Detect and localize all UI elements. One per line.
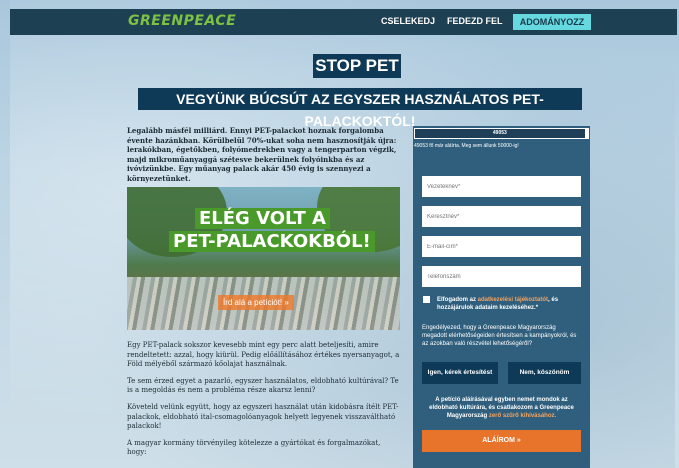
page-background: GREENPEACE CSELEKEDJ FEDEZD FEL ADOMÁNYO… [0, 0, 679, 468]
donate-button[interactable]: ADOMÁNYOZZ [513, 14, 591, 30]
challenge-link[interactable]: zerő szűrő kihívásához. [489, 413, 556, 419]
notify-no-button[interactable]: Nem, köszönöm [508, 362, 581, 384]
consent-checkbox[interactable] [423, 296, 430, 303]
top-navigation: GREENPEACE CSELEKEDJ FEDEZD FEL ADOMÁNYO… [10, 9, 677, 35]
privacy-policy-link[interactable]: adatkezelési tájékoztatót [478, 297, 548, 303]
article-paragraph: Te sem érzed egyet a pazarló, egyszer ha… [127, 376, 399, 395]
consent-text: Elfogadom az [437, 297, 478, 303]
article-paragraph: Egy PET-palack sokszor kevesebb mint egy… [127, 341, 400, 369]
article-paragraph: A magyar kormány törvényileg kötelezze a… [127, 438, 381, 457]
article-lead: Legalább másfél milliárd. Ennyi PET-pala… [127, 126, 397, 183]
notify-yes-button[interactable]: Igen, kérek értesítést [422, 362, 498, 384]
hero-image[interactable]: ELÉG VOLT A PET-PALACKOKBÓL! Írd alá a p… [127, 187, 400, 330]
greenpeace-logo[interactable]: GREENPEACE [128, 13, 236, 29]
article-body: Egy PET-palack sokszor kevesebb mint egy… [127, 341, 400, 465]
signature-count-caption: 49053 fő már aláírta. Meg sem állunk 500… [414, 143, 519, 149]
first-name-input[interactable] [422, 206, 581, 227]
signature-progress-fill: 49053 [415, 129, 585, 138]
last-name-input[interactable] [422, 176, 581, 197]
sign-petition-banner-button[interactable]: Írd alá a petíciót! » [218, 295, 294, 310]
page-title: STOP PET [313, 54, 401, 78]
phone-input[interactable] [422, 266, 581, 287]
page-subtitle: VEGYÜNK BÚCSÚT AZ EGYSZER HASZNÁLATOS PE… [138, 88, 582, 129]
email-input[interactable] [422, 236, 581, 257]
signature-progress-bar: 49053 [414, 128, 589, 139]
nav-link-cselekedj[interactable]: CSELEKEDJ [381, 16, 435, 26]
hero-headline-line2: PET-PALACKOKBÓL! [169, 231, 375, 252]
nav-link-fedezd-fel[interactable]: FEDEZD FEL [447, 16, 503, 26]
sign-petition-submit-button[interactable]: ALÁÍROM » [422, 430, 581, 452]
pledge-text: A petíció aláírásával egyben nemet mondo… [424, 396, 579, 420]
hero-headline-line1: ELÉG VOLT A [195, 208, 330, 229]
consent-label: Elfogadom az adatkezelési tájékoztatót, … [437, 296, 585, 312]
article-text: Legalább másfél milliárd. Ennyi PET-pala… [127, 126, 400, 191]
article-paragraph: Követeld velünk együtt, hogy az egyszeri… [127, 402, 399, 431]
notification-question: Engedélyezed, hogy a Greenpeace Magyaror… [422, 325, 577, 347]
